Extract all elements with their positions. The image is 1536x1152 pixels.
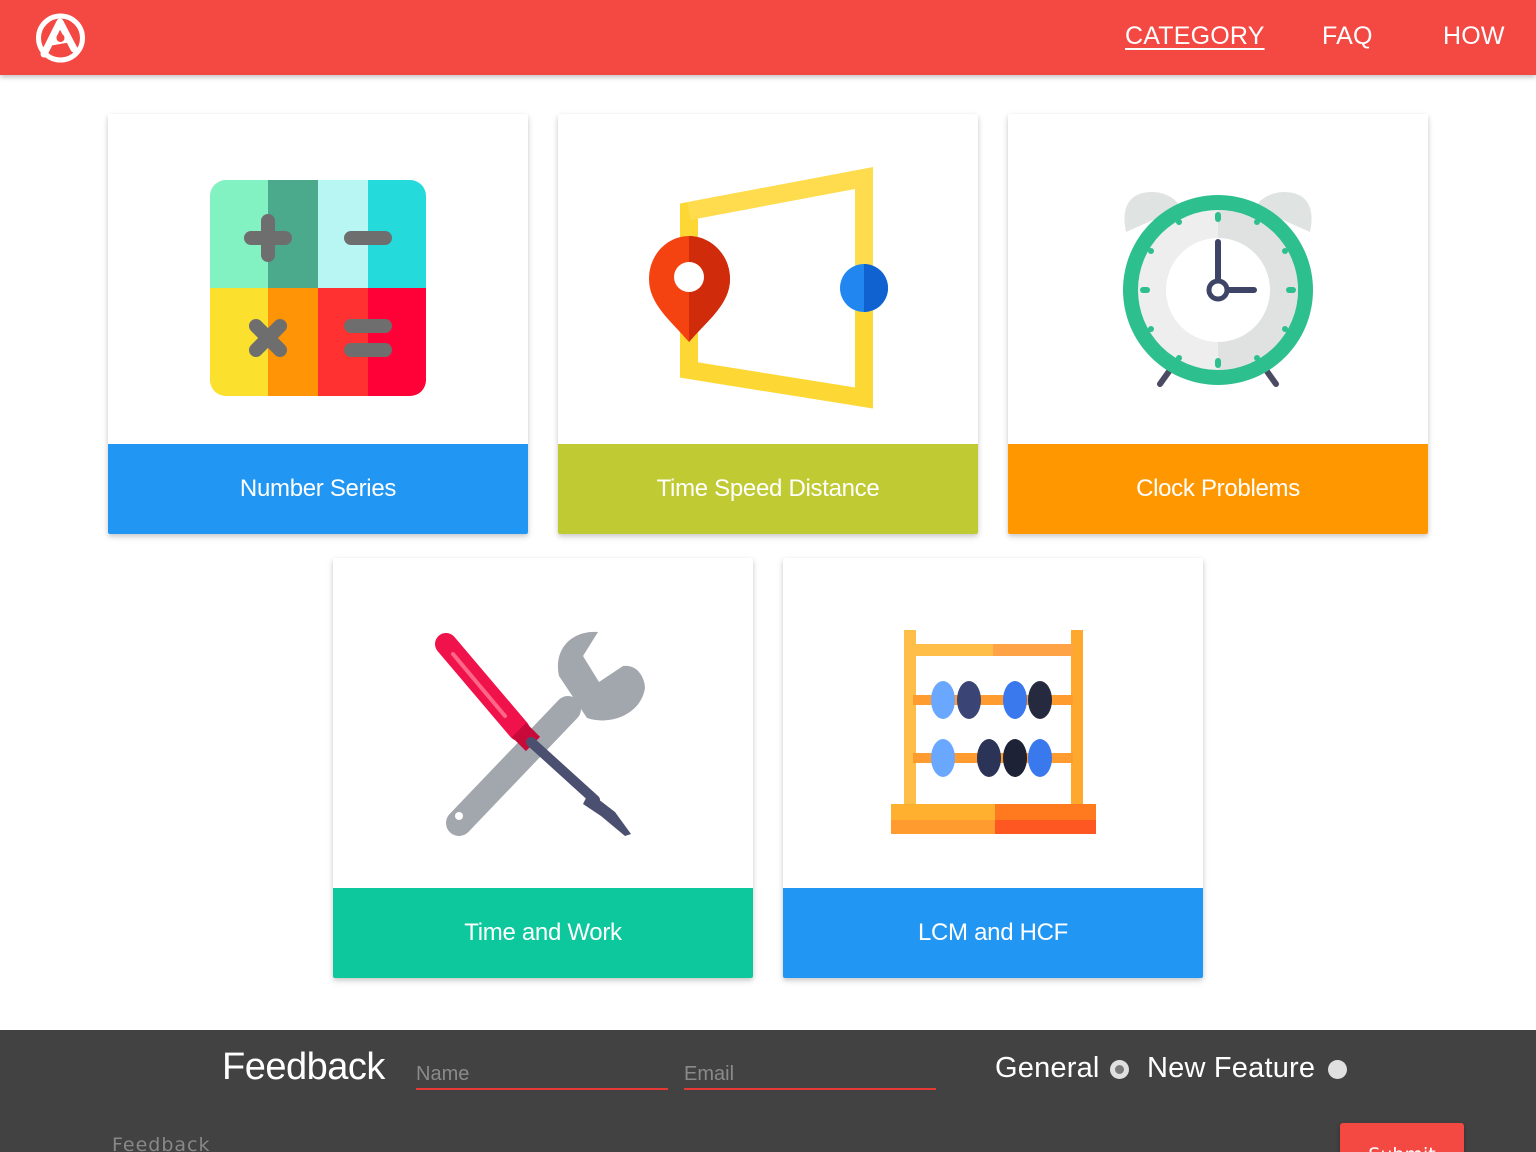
name-input[interactable] xyxy=(416,1056,668,1090)
tools-icon xyxy=(435,631,645,836)
category-label: Number Series xyxy=(108,444,528,534)
card-image xyxy=(783,558,1203,888)
category-label: Clock Problems xyxy=(1008,444,1428,534)
card-image xyxy=(108,114,528,444)
feedback-title: Feedback xyxy=(222,1046,385,1088)
category-label: Time Speed Distance xyxy=(558,444,978,534)
feedback-textarea[interactable] xyxy=(112,1134,712,1152)
radio-general[interactable] xyxy=(1110,1060,1129,1079)
nav-category[interactable]: CATEGORY xyxy=(1125,22,1265,51)
radio-general-label: General xyxy=(995,1052,1100,1084)
category-card-clock-problems[interactable]: Clock Problems xyxy=(1008,114,1428,534)
submit-button[interactable]: Submit xyxy=(1340,1123,1464,1152)
logo-a-icon[interactable] xyxy=(34,13,87,63)
map-route-icon xyxy=(649,167,888,409)
category-card-number-series[interactable]: Number Series xyxy=(108,114,528,534)
nav-faq[interactable]: FAQ xyxy=(1322,22,1373,51)
nav-how[interactable]: HOW xyxy=(1443,22,1505,51)
abacus-icon xyxy=(891,630,1096,834)
calculator-icon xyxy=(210,180,426,396)
card-image xyxy=(333,558,753,888)
category-card-time-and-work[interactable]: Time and Work xyxy=(333,558,753,978)
feedback-footer: Feedback General New Feature Submit xyxy=(0,1030,1536,1152)
category-card-time-speed-distance[interactable]: Time Speed Distance xyxy=(558,114,978,534)
radio-new-feature-label: New Feature xyxy=(1147,1052,1316,1084)
email-input[interactable] xyxy=(684,1056,936,1090)
alarm-clock-icon xyxy=(1123,192,1313,387)
category-label: Time and Work xyxy=(333,888,753,978)
card-image xyxy=(1008,114,1428,444)
category-label: LCM and HCF xyxy=(783,888,1203,978)
category-card-lcm-and-hcf[interactable]: LCM and HCF xyxy=(783,558,1203,978)
radio-new-feature[interactable] xyxy=(1328,1060,1347,1079)
top-navbar: CATEGORY FAQ HOW xyxy=(0,0,1536,75)
card-image xyxy=(558,114,978,444)
